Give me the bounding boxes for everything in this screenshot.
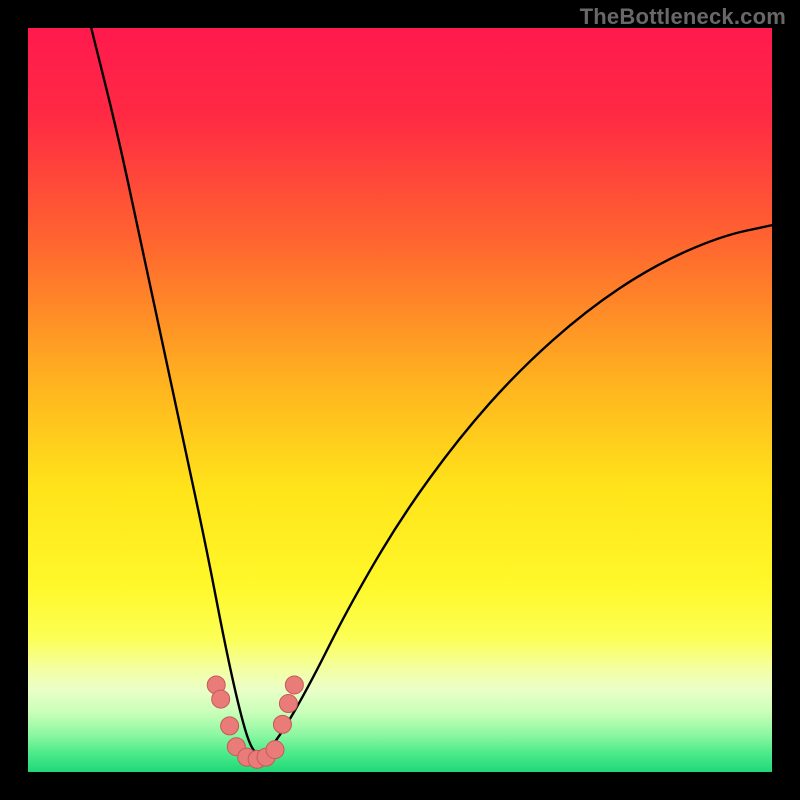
data-marker (212, 690, 230, 708)
data-marker (266, 741, 284, 759)
data-marker (285, 676, 303, 694)
data-marker (221, 717, 239, 735)
data-marker (279, 695, 297, 713)
gradient-background (28, 28, 772, 772)
plot-area (28, 28, 772, 772)
chart-frame: TheBottleneck.com (0, 0, 800, 800)
watermark-text: TheBottleneck.com (580, 4, 786, 30)
data-marker (273, 715, 291, 733)
plot-svg (28, 28, 772, 772)
